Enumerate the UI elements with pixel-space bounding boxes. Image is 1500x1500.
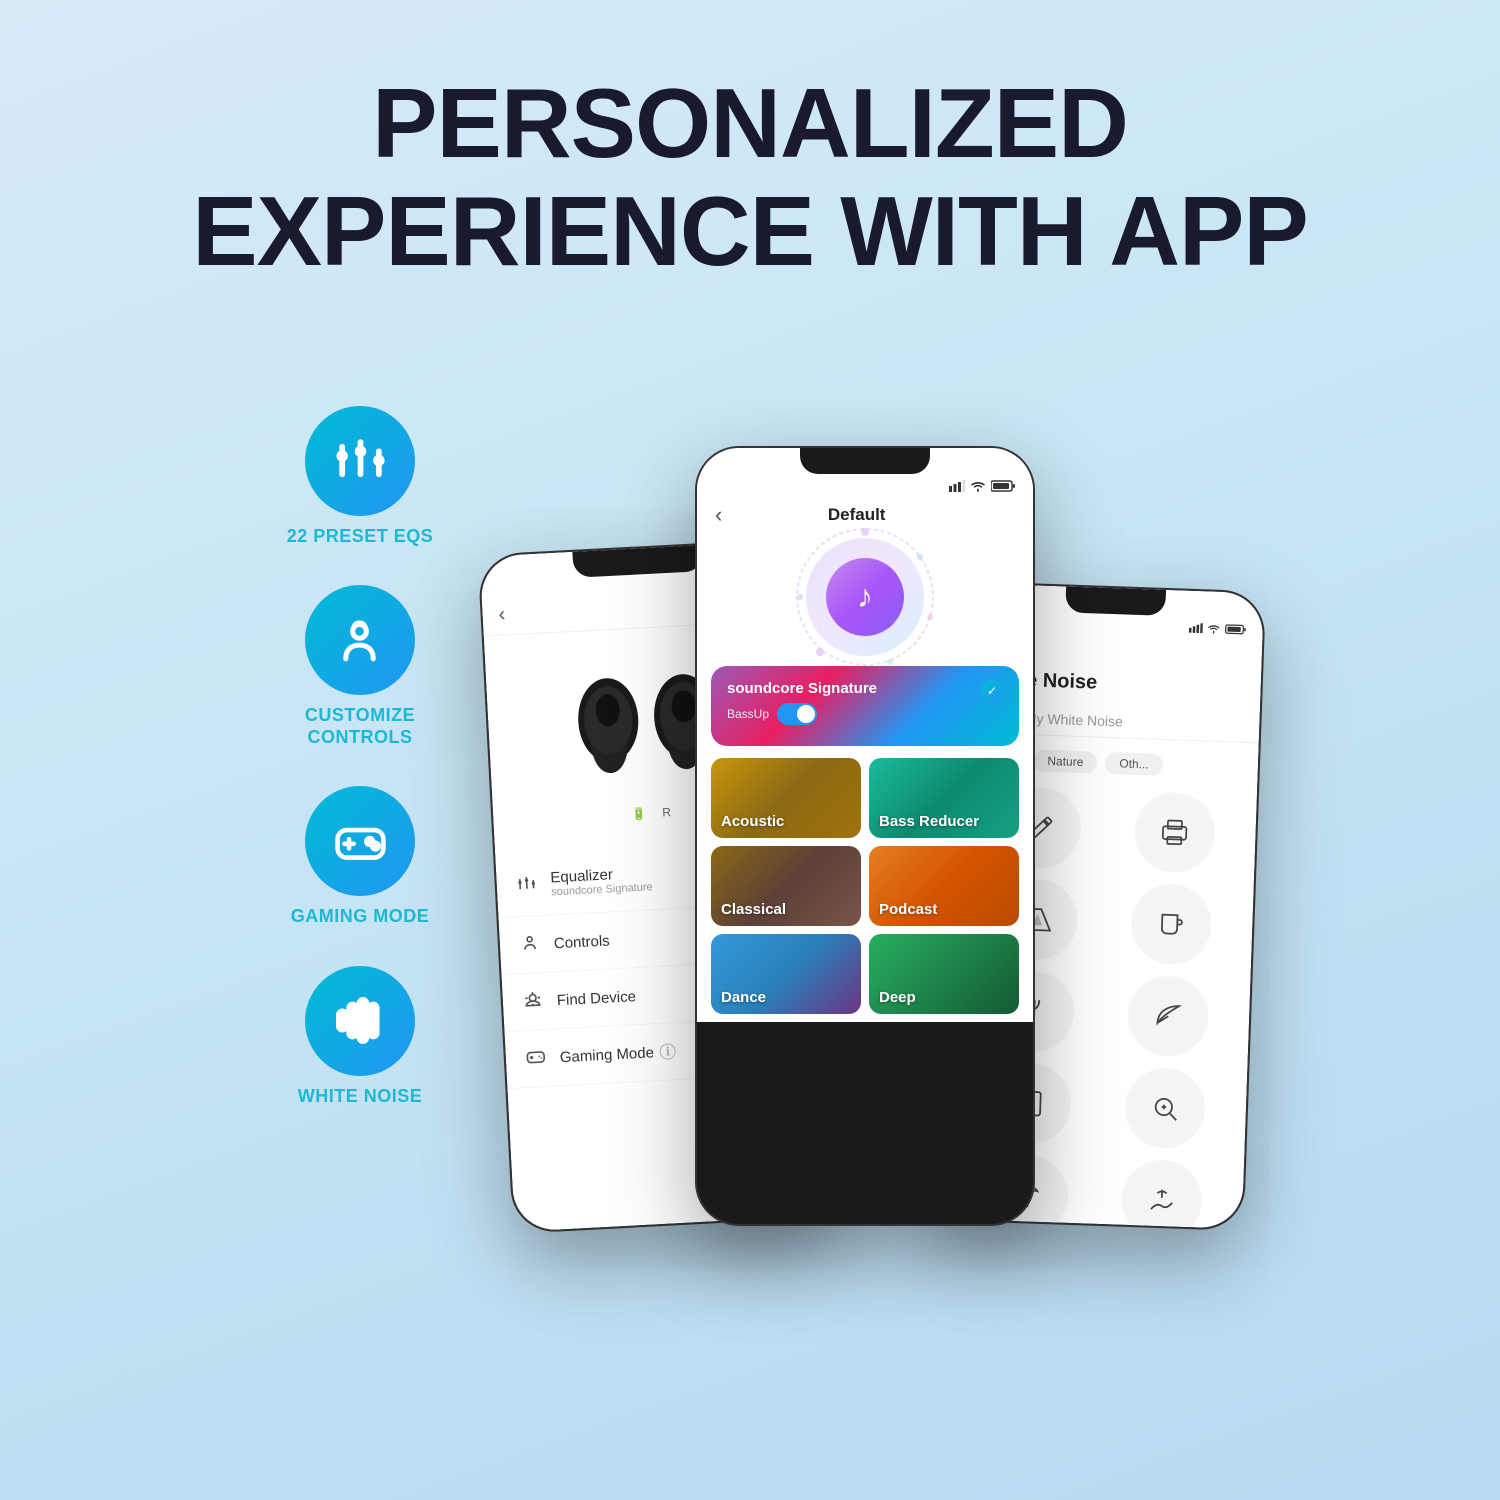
battery-icon: 🔋 (631, 806, 647, 821)
menu-controls-label: Controls (553, 932, 610, 952)
preset-eqs-icon-circle (305, 406, 415, 516)
phones-container: ‹ (475, 326, 1255, 1226)
tab-my-white-noise[interactable]: My White Noise (1024, 704, 1123, 737)
notch-right (1065, 586, 1166, 615)
earbud-left-svg (569, 668, 650, 782)
deep-label: Deep (869, 981, 926, 1014)
noise-item-6[interactable] (1106, 974, 1231, 1058)
eq-ring-svg (790, 522, 940, 672)
power-button-right[interactable] (1259, 683, 1265, 728)
gamepad-icon (333, 814, 388, 869)
signature-card[interactable]: ✓ soundcore Signature BassUp (711, 666, 1019, 746)
bassup-toggle[interactable] (777, 703, 817, 725)
filter-other[interactable]: Oth... (1105, 752, 1163, 776)
preset-eqs-label: 22 PRESET EQS (287, 526, 434, 548)
headline-line2: EXPERIENCE WITH APP (192, 178, 1307, 286)
power-button-center[interactable] (1033, 548, 1035, 593)
battery-percent: R (662, 805, 671, 819)
signature-name: soundcore Signature (727, 680, 1003, 697)
bassup-label: BassUp (727, 707, 769, 721)
feature-preset-eqs: 22 PRESET EQS (287, 406, 434, 548)
wifi-icon (970, 480, 986, 492)
acoustic-label: Acoustic (711, 805, 794, 838)
search-zoom-icon (1150, 1093, 1179, 1122)
find-device-label: Find Device (556, 987, 636, 1008)
touch-icon (332, 613, 387, 668)
eq-card-classical[interactable]: Classical (711, 846, 861, 926)
customize-label: CUSTOMIZECONTROLS (305, 705, 415, 748)
battery-row: 🔋 R (631, 805, 671, 821)
noise-item-4[interactable] (1109, 882, 1234, 966)
controls-menu-icon (519, 932, 540, 957)
signal-icon (949, 480, 965, 492)
features-list: 22 PRESET EQS CUSTOMIZECONTROLS (245, 326, 475, 1108)
feature-customize: CUSTOMIZECONTROLS (305, 585, 415, 748)
classical-label: Classical (711, 893, 796, 926)
dance-label: Dance (711, 981, 776, 1014)
customize-icon-circle (305, 585, 415, 695)
back-button-left[interactable]: ‹ (498, 603, 506, 626)
soundwave-icon (332, 993, 387, 1048)
wifi-icon-right (1207, 623, 1221, 633)
printer-icon (1160, 817, 1189, 846)
eq-card-acoustic[interactable]: Acoustic (711, 758, 861, 838)
white-noise-label: WHITE NOISE (298, 1086, 423, 1108)
phone-center: ‹ Default (695, 446, 1035, 1226)
eq-card-dance[interactable]: Dance (711, 934, 861, 1014)
gaming-mode-menu-icon (525, 1046, 546, 1071)
notch-center (800, 448, 930, 474)
gaming-label: GAMING MODE (291, 906, 430, 928)
battery-icon-right (1225, 624, 1247, 635)
main-content: 22 PRESET EQS CUSTOMIZECONTROLS (0, 316, 1500, 1226)
signal-icon-right (1189, 622, 1203, 632)
toggle-knob (797, 705, 815, 723)
eq-card-bassreducer[interactable]: Bass Reducer (869, 758, 1019, 838)
gaming-icon-circle (305, 786, 415, 896)
leaf-icon (1154, 1001, 1183, 1030)
selected-badge: ✓ (981, 680, 1003, 702)
gaming-mode-label: Gaming Mode (559, 1043, 654, 1065)
mug-icon (1157, 909, 1186, 938)
header: PERSONALIZED EXPERIENCE WITH APP (132, 0, 1367, 316)
equalizer-menu-icon (516, 872, 537, 897)
headline-line1: PERSONALIZED (192, 70, 1307, 178)
noise-item-8[interactable] (1103, 1066, 1228, 1150)
eq-card-deep[interactable]: Deep (869, 934, 1019, 1014)
beach-icon (1147, 1185, 1176, 1214)
eq-grid: Acoustic Bass Reducer Classical Podcast (697, 750, 1033, 1022)
filter-nature[interactable]: Nature (1033, 749, 1098, 773)
back-button-center[interactable]: ‹ (715, 502, 722, 528)
noise-item-10[interactable] (1099, 1158, 1224, 1229)
find-device-icon (522, 989, 543, 1014)
center-phone-content: ‹ Default (697, 448, 1033, 1022)
eq-visualizer: ♪ (697, 532, 1033, 662)
feature-gaming: GAMING MODE (291, 786, 430, 928)
eq-card-podcast[interactable]: Podcast (869, 846, 1019, 926)
noise-item-2[interactable] (1112, 790, 1237, 874)
battery-icon-center (991, 480, 1015, 492)
info-icon: ℹ (659, 1043, 676, 1060)
podcast-label: Podcast (869, 893, 947, 926)
equalizer-icon (333, 433, 388, 488)
feature-white-noise: WHITE NOISE (298, 966, 423, 1108)
white-noise-icon-circle (305, 966, 415, 1076)
bassreducer-label: Bass Reducer (869, 805, 989, 838)
